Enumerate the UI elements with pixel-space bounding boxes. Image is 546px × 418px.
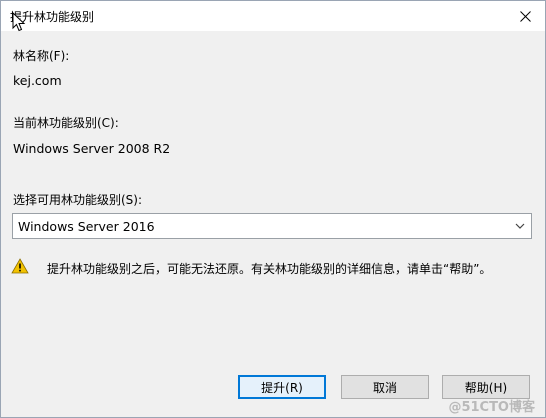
cancel-button[interactable]: 取消 — [341, 375, 429, 399]
forest-level-selected: Windows Server 2016 — [18, 218, 155, 234]
forest-name-value: kej.com — [13, 73, 62, 88]
cancel-button-label: 取消 — [372, 380, 397, 395]
mouse-cursor-icon — [12, 12, 26, 32]
raise-button[interactable]: 提升(R) — [238, 375, 326, 399]
forest-level-dropdown[interactable]: Windows Server 2016 — [12, 213, 532, 239]
title-bar: 提升林功能级别 — [1, 1, 545, 31]
current-level-value: Windows Server 2008 R2 — [13, 141, 171, 156]
forest-name-label: 林名称(F): — [13, 49, 70, 63]
current-level-label: 当前林功能级别(C): — [13, 116, 119, 130]
watermark: @51CTO博客 — [448, 400, 535, 415]
warning-icon — [11, 258, 29, 274]
raise-button-label: 提升(R) — [261, 380, 303, 395]
help-button-label: 帮助(H) — [464, 380, 508, 395]
raise-forest-level-dialog: 提升林功能级别 林名称(F): kej.com 当前林功能级别(C): Wind… — [0, 0, 546, 418]
warning-text: 提升林功能级别之后，可能无法还原。有关林功能级别的详细信息，请单击“帮助”。 — [47, 262, 492, 276]
select-level-label: 选择可用林功能级别(S): — [13, 193, 143, 207]
close-button[interactable] — [511, 4, 539, 28]
close-icon — [519, 10, 531, 22]
chevron-down-icon — [515, 223, 525, 229]
